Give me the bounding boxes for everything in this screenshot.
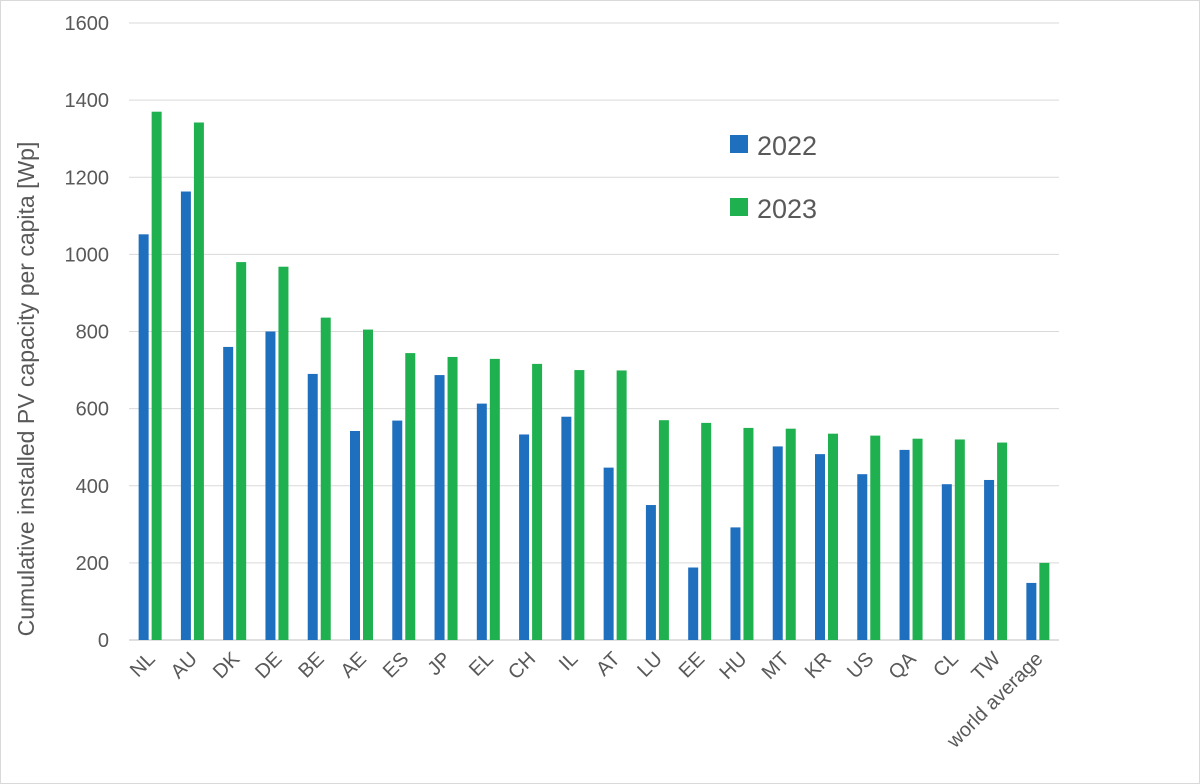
x-tick-label: MT	[758, 648, 794, 684]
legend-swatch	[730, 198, 748, 216]
bar-2022-lu	[645, 505, 656, 640]
bar-2022-at	[603, 467, 614, 640]
x-tick-label: IL	[555, 648, 582, 675]
x-tick-label: EL	[465, 648, 498, 681]
bar-2023-cl	[954, 439, 965, 640]
x-tick-label: CH	[504, 648, 540, 684]
bar-2023-qa	[912, 438, 923, 640]
bar-2023-us	[870, 435, 881, 640]
x-tick-label: ES	[379, 648, 413, 682]
bar-2022-cl	[941, 484, 952, 640]
x-tick-label: AU	[167, 648, 202, 683]
bar-2023-jp	[447, 356, 458, 640]
legend-label: 2022	[757, 131, 817, 161]
x-tick-label: DK	[209, 648, 245, 684]
bar-2023-mt	[785, 428, 796, 640]
bar-2023-nl	[151, 111, 162, 641]
y-tick-label: 1000	[65, 244, 110, 266]
bar-2022-world-average	[1026, 582, 1037, 640]
bar-2023-es	[405, 353, 416, 640]
legend-label: 2023	[757, 194, 817, 224]
bar-2022-el	[476, 403, 487, 640]
bar-2023-ae	[363, 329, 373, 640]
x-tick-label: AT	[592, 648, 625, 681]
bar-chart: 0 200 400 600 800 1000 1200 1400 1600 NL AU DK DE BE…	[13, 13, 1059, 754]
y-tick-label: 0	[98, 630, 109, 652]
bar-2023-il	[574, 370, 585, 640]
bar-2022-ee	[688, 567, 699, 640]
bar-2022-ae	[350, 430, 360, 640]
bar-2022-es	[392, 420, 403, 640]
bar-2022-dk	[223, 346, 234, 640]
bar-2022-be	[307, 373, 318, 640]
bar-2023-de	[278, 266, 289, 640]
bar-2022-tw	[984, 479, 995, 640]
x-tick-label: JP	[424, 648, 456, 680]
x-tick-label: AE	[337, 648, 371, 682]
bar-2023-be	[320, 317, 331, 640]
bar-2023-at	[616, 370, 627, 640]
bar-2023-ch	[532, 363, 543, 640]
bar-2023-kr	[828, 433, 838, 640]
x-tick-label: BE	[294, 648, 328, 682]
bar-2022-ch	[519, 434, 530, 640]
y-tick-label: 600	[76, 399, 109, 421]
bar-2023-el	[489, 358, 500, 640]
bar-2022-il	[561, 416, 572, 640]
y-axis-ticks: 0 200 400 600 800 1000 1200 1400 1600	[65, 13, 110, 652]
bar-2023-ee	[701, 422, 712, 640]
bar-2023-au	[193, 122, 204, 640]
x-axis-ticks: NL AU DK DE BE AE ES JP EL CH IL AT LU EE HU MT KR US QA CL…	[126, 648, 1047, 754]
bar-2022-nl	[138, 234, 149, 640]
y-tick-label: 1400	[65, 90, 110, 112]
x-tick-label: QA	[885, 648, 921, 684]
bar-2022-de	[265, 331, 276, 640]
bar-2022-us	[857, 474, 868, 640]
bar-2023-hu	[743, 427, 754, 640]
chart-frame: 0 200 400 600 800 1000 1200 1400 1600 NL AU DK DE BE…	[0, 0, 1200, 784]
legend-swatch	[730, 135, 748, 153]
bar-2022-jp	[434, 375, 445, 640]
y-axis-title: Cumulative installed PV capacity per cap…	[13, 142, 39, 637]
x-tick-label: HU	[716, 648, 752, 684]
y-tick-label: 1200	[65, 167, 110, 189]
y-tick-label: 400	[76, 476, 109, 498]
bar-2022-kr	[815, 454, 825, 640]
x-tick-label: EE	[675, 648, 709, 682]
y-tick-label: 800	[76, 322, 109, 344]
x-tick-label: KR	[801, 648, 836, 683]
x-tick-label: NL	[126, 648, 160, 682]
x-tick-label: CL	[929, 648, 963, 682]
bar-2023-dk	[236, 262, 247, 640]
x-tick-label: US	[843, 648, 878, 683]
bar-2023-tw	[997, 442, 1008, 640]
bar-2022-qa	[899, 449, 910, 640]
bar-2023-world-average	[1039, 562, 1050, 640]
bar-2022-hu	[730, 527, 741, 640]
x-tick-label: LU	[633, 648, 667, 682]
bar-2023-lu	[658, 420, 669, 640]
x-tick-label: DE	[251, 648, 286, 683]
bar-2022-mt	[772, 446, 783, 640]
bars	[138, 111, 1050, 641]
y-tick-label: 1600	[65, 13, 110, 35]
bar-2022-au	[180, 191, 191, 640]
y-tick-label: 200	[76, 553, 109, 575]
